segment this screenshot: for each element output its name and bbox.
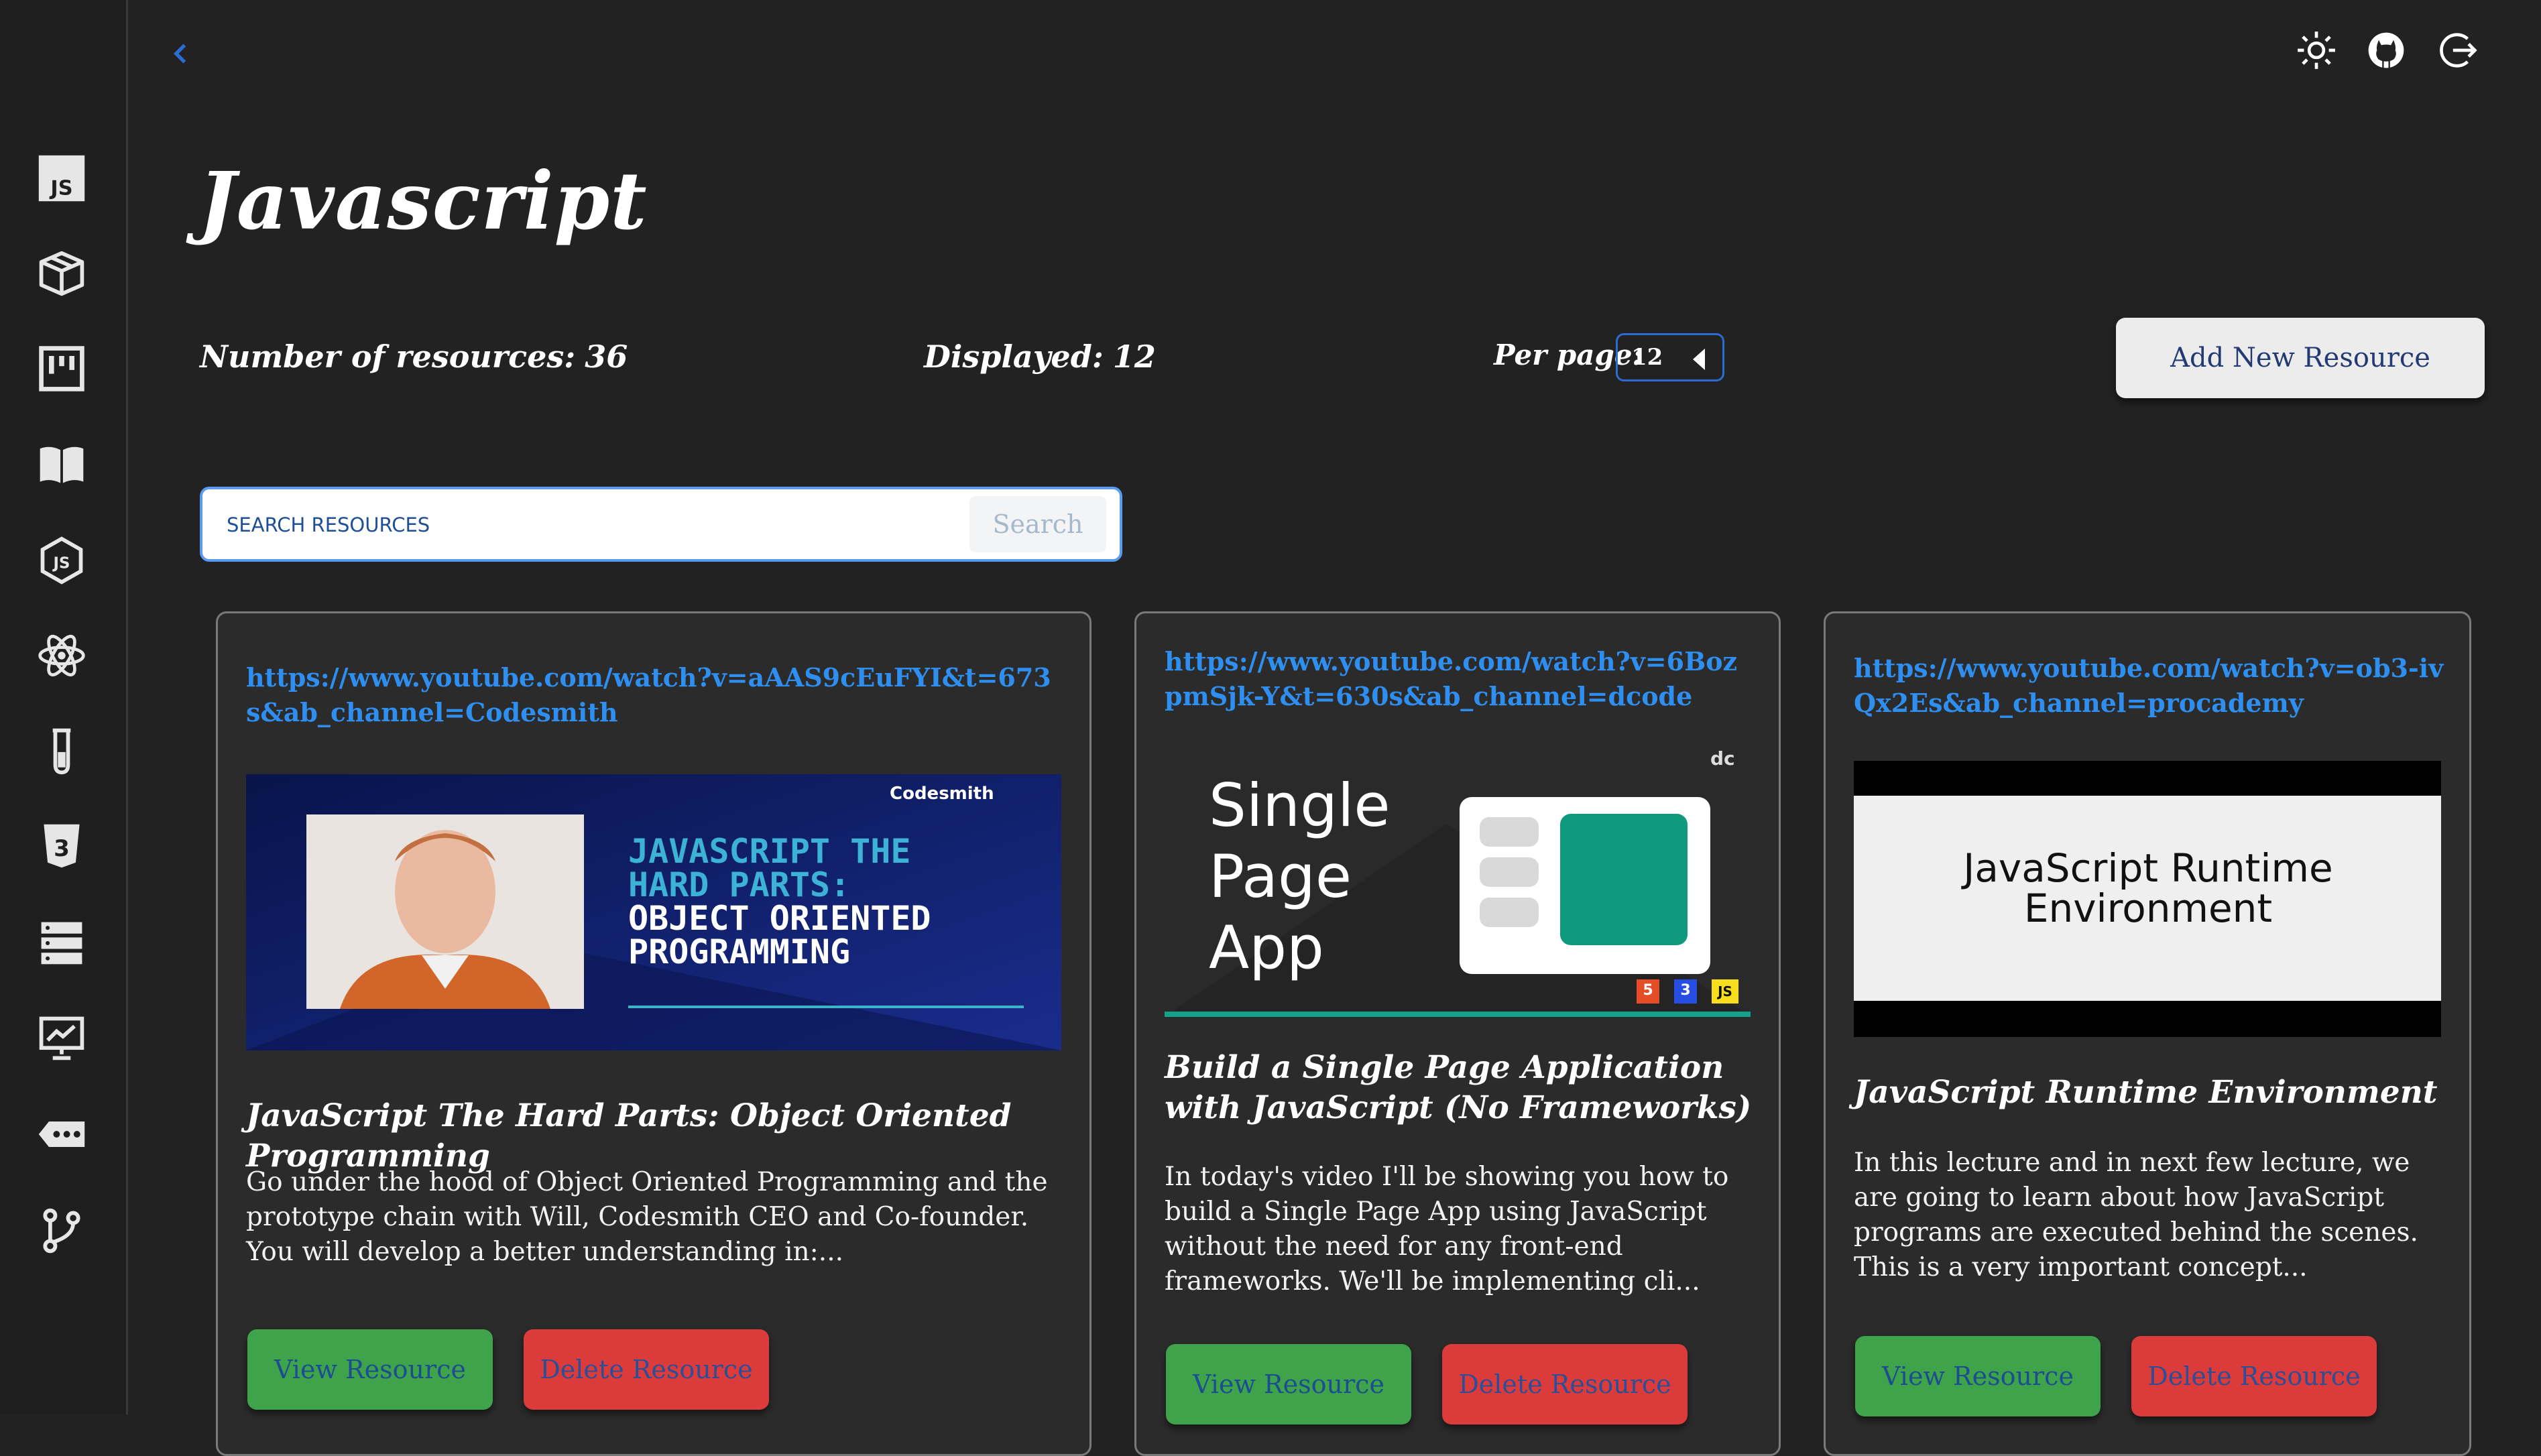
resource-title: JavaScript The Hard Parts: Object Orient… [246, 1097, 1012, 1174]
resource-title: JavaScript Runtime Environment [1854, 1074, 2438, 1111]
thumbnail-line-1: JAVASCRIPT THE [628, 832, 911, 871]
sidebar-item-react[interactable] [29, 623, 94, 688]
logout-icon [2440, 33, 2477, 68]
javascript-icon: JS [38, 155, 85, 202]
sidebar-item-testing[interactable] [29, 719, 94, 783]
delete-resource-button[interactable]: Delete Resource [524, 1329, 769, 1410]
thumbnail-line-2: Page [1209, 842, 1352, 911]
theme-toggle-button[interactable] [2293, 27, 2340, 74]
sidebar-item-nodejs[interactable]: JS [29, 528, 94, 593]
search-input[interactable] [227, 513, 897, 536]
css3-icon: 3 [44, 824, 80, 868]
search-button[interactable]: Search [969, 496, 1106, 552]
caret-left-icon [1693, 349, 1705, 370]
resource-description: In today's video I'll be showing you how… [1165, 1162, 1729, 1296]
delete-resource-button[interactable]: Delete Resource [2131, 1336, 2377, 1416]
thumbnail-brand: Codesmith [890, 784, 994, 804]
resource-count-label: Number of resources: [200, 339, 576, 375]
video-thumbnail[interactable]: dc Single Page App 5 3 JS [1165, 743, 1751, 1017]
sidebar-item-server[interactable] [29, 910, 94, 975]
server-icon [41, 922, 82, 965]
page-title: Javascript [198, 154, 648, 247]
react-icon [38, 634, 85, 677]
nodejs-icon: JS [40, 536, 83, 585]
sidebar-item-css[interactable]: 3 [29, 814, 94, 878]
resource-card: https://www.youtube.com/watch?v=aAAS9cEu… [216, 611, 1091, 1456]
back-icon [173, 44, 186, 64]
sun-icon [2298, 32, 2335, 69]
add-new-resource-button[interactable]: Add New Resource [2116, 318, 2485, 398]
displayed-count-value: 12 [1112, 339, 1156, 375]
thumbnail-line-1: Single [1209, 771, 1391, 840]
thumbnail-line-2: Environment [2023, 886, 2273, 931]
delete-resource-button[interactable]: Delete Resource [1442, 1344, 1688, 1424]
presentation-icon [39, 1016, 84, 1060]
back-button[interactable] [161, 34, 201, 74]
displayed-count-label: Displayed: [924, 339, 1104, 375]
thumbnail-line-1: JavaScript Runtime [1963, 845, 2333, 891]
sidebar-item-kanban[interactable] [29, 337, 94, 401]
resource-count: Number of resources: 36 [200, 339, 628, 375]
js-badge: JS [1718, 983, 1732, 999]
sidebar-item-git[interactable] [29, 1199, 94, 1263]
git-branch-icon [43, 1208, 80, 1254]
html5-badge: 5 [1643, 982, 1653, 999]
thumbnail-line-2: HARD PARTS: [628, 865, 851, 904]
thumbnail-brand: dc [1710, 747, 1735, 770]
sidebar: JS JS 3 [0, 0, 128, 1414]
view-resource-button[interactable]: View Resource [247, 1329, 493, 1410]
github-icon [2368, 32, 2404, 68]
github-button[interactable] [2363, 27, 2410, 74]
svg-text:JS: JS [49, 177, 72, 200]
sidebar-item-presentation[interactable] [29, 1006, 94, 1070]
resource-link[interactable]: https://www.youtube.com/watch?v=6BozpmSj… [1165, 644, 1755, 714]
video-thumbnail[interactable]: Codesmith JAVASCRIPT THE HARD PARTS: OBJ… [246, 774, 1061, 1050]
thumbnail-line-4: PROGRAMMING [628, 932, 851, 971]
resource-description: In this lecture and in next few lecture,… [1854, 1148, 2418, 1282]
ellipsis-tag-icon [38, 1121, 85, 1147]
book-icon [40, 446, 84, 483]
search-box: Search [200, 487, 1122, 562]
view-resource-button[interactable]: View Resource [1855, 1336, 2101, 1416]
svg-text:3: 3 [54, 835, 70, 862]
thumbnail-line-3: OBJECT ORIENTED [628, 899, 931, 938]
resource-link[interactable]: https://www.youtube.com/watch?v=ob3-ivQx… [1854, 651, 2445, 721]
sidebar-item-more[interactable] [29, 1102, 94, 1166]
resource-card: https://www.youtube.com/watch?v=ob3-ivQx… [1824, 611, 2471, 1456]
css3-badge: 3 [1680, 982, 1691, 999]
logout-button[interactable] [2434, 27, 2481, 74]
resource-link[interactable]: https://www.youtube.com/watch?v=aAAS9cEu… [246, 660, 1065, 730]
resource-count-value: 36 [585, 339, 628, 375]
svg-text:JS: JS [52, 554, 70, 572]
sidebar-item-javascript[interactable]: JS [29, 146, 94, 210]
kanban-icon [39, 346, 84, 391]
view-resource-button[interactable]: View Resource [1166, 1344, 1411, 1424]
resource-card: https://www.youtube.com/watch?v=6BozpmSj… [1134, 611, 1781, 1456]
sidebar-item-package[interactable] [29, 241, 94, 306]
displayed-count: Displayed: 12 [924, 339, 1156, 375]
resource-title: Build a Single Page Application with Jav… [1165, 1049, 1752, 1126]
resource-description: Go under the hood of Object Oriented Pro… [246, 1167, 1048, 1267]
per-page-value: 12 [1631, 344, 1663, 371]
test-tube-icon [52, 728, 71, 775]
video-thumbnail[interactable]: JavaScript Runtime Environment [1854, 761, 2441, 1037]
sidebar-item-book[interactable] [29, 432, 94, 496]
package-icon [39, 251, 84, 296]
per-page-select[interactable]: 12 [1616, 333, 1724, 381]
thumbnail-line-3: App [1209, 913, 1324, 982]
